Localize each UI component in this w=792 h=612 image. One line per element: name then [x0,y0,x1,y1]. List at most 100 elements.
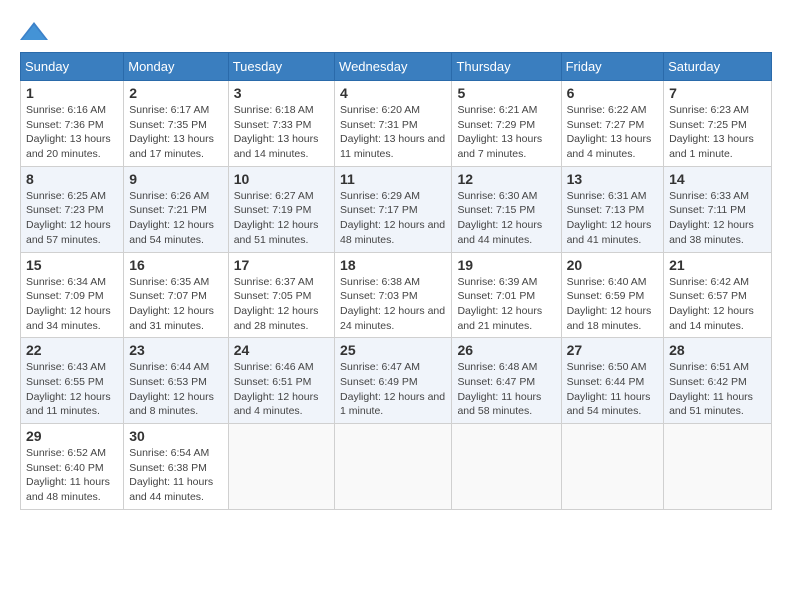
day-number: 7 [669,85,766,101]
calendar-cell: 21 Sunrise: 6:42 AM Sunset: 6:57 PM Dayl… [664,252,772,338]
weekday-header-row: SundayMondayTuesdayWednesdayThursdayFrid… [21,53,772,81]
day-number: 13 [567,171,659,187]
day-info: Sunrise: 6:48 AM Sunset: 6:47 PM Dayligh… [457,361,541,417]
day-number: 10 [234,171,329,187]
day-number: 20 [567,257,659,273]
day-info: Sunrise: 6:27 AM Sunset: 7:19 PM Dayligh… [234,190,319,246]
day-number: 28 [669,342,766,358]
day-info: Sunrise: 6:38 AM Sunset: 7:03 PM Dayligh… [340,276,445,332]
calendar-cell: 12 Sunrise: 6:30 AM Sunset: 7:15 PM Dayl… [452,166,561,252]
day-info: Sunrise: 6:34 AM Sunset: 7:09 PM Dayligh… [26,276,111,332]
day-info: Sunrise: 6:43 AM Sunset: 6:55 PM Dayligh… [26,361,111,417]
day-number: 8 [26,171,118,187]
logo-icon [20,20,48,42]
day-number: 23 [129,342,222,358]
day-number: 5 [457,85,555,101]
day-info: Sunrise: 6:50 AM Sunset: 6:44 PM Dayligh… [567,361,651,417]
calendar-cell: 27 Sunrise: 6:50 AM Sunset: 6:44 PM Dayl… [561,338,664,424]
calendar-week-3: 15 Sunrise: 6:34 AM Sunset: 7:09 PM Dayl… [21,252,772,338]
calendar-cell [664,424,772,510]
day-info: Sunrise: 6:35 AM Sunset: 7:07 PM Dayligh… [129,276,214,332]
day-info: Sunrise: 6:42 AM Sunset: 6:57 PM Dayligh… [669,276,754,332]
day-number: 9 [129,171,222,187]
calendar-cell [335,424,452,510]
day-info: Sunrise: 6:51 AM Sunset: 6:42 PM Dayligh… [669,361,753,417]
calendar-week-2: 8 Sunrise: 6:25 AM Sunset: 7:23 PM Dayli… [21,166,772,252]
day-number: 26 [457,342,555,358]
day-number: 11 [340,171,446,187]
day-info: Sunrise: 6:25 AM Sunset: 7:23 PM Dayligh… [26,190,111,246]
day-info: Sunrise: 6:16 AM Sunset: 7:36 PM Dayligh… [26,104,111,160]
calendar-cell: 14 Sunrise: 6:33 AM Sunset: 7:11 PM Dayl… [664,166,772,252]
weekday-thursday: Thursday [452,53,561,81]
calendar-cell: 4 Sunrise: 6:20 AM Sunset: 7:31 PM Dayli… [335,81,452,167]
calendar-cell: 26 Sunrise: 6:48 AM Sunset: 6:47 PM Dayl… [452,338,561,424]
calendar-cell: 1 Sunrise: 6:16 AM Sunset: 7:36 PM Dayli… [21,81,124,167]
day-info: Sunrise: 6:39 AM Sunset: 7:01 PM Dayligh… [457,276,542,332]
calendar-cell: 9 Sunrise: 6:26 AM Sunset: 7:21 PM Dayli… [124,166,228,252]
day-info: Sunrise: 6:30 AM Sunset: 7:15 PM Dayligh… [457,190,542,246]
calendar-cell: 15 Sunrise: 6:34 AM Sunset: 7:09 PM Dayl… [21,252,124,338]
day-number: 17 [234,257,329,273]
day-info: Sunrise: 6:40 AM Sunset: 6:59 PM Dayligh… [567,276,652,332]
day-number: 30 [129,428,222,444]
day-number: 2 [129,85,222,101]
calendar-cell: 30 Sunrise: 6:54 AM Sunset: 6:38 PM Dayl… [124,424,228,510]
weekday-monday: Monday [124,53,228,81]
weekday-wednesday: Wednesday [335,53,452,81]
day-number: 6 [567,85,659,101]
calendar-cell: 13 Sunrise: 6:31 AM Sunset: 7:13 PM Dayl… [561,166,664,252]
day-info: Sunrise: 6:31 AM Sunset: 7:13 PM Dayligh… [567,190,652,246]
day-number: 19 [457,257,555,273]
day-info: Sunrise: 6:26 AM Sunset: 7:21 PM Dayligh… [129,190,214,246]
calendar-cell: 29 Sunrise: 6:52 AM Sunset: 6:40 PM Dayl… [21,424,124,510]
calendar-cell: 19 Sunrise: 6:39 AM Sunset: 7:01 PM Dayl… [452,252,561,338]
day-info: Sunrise: 6:46 AM Sunset: 6:51 PM Dayligh… [234,361,319,417]
day-number: 18 [340,257,446,273]
calendar-cell: 2 Sunrise: 6:17 AM Sunset: 7:35 PM Dayli… [124,81,228,167]
calendar-cell: 11 Sunrise: 6:29 AM Sunset: 7:17 PM Dayl… [335,166,452,252]
day-number: 27 [567,342,659,358]
calendar-week-4: 22 Sunrise: 6:43 AM Sunset: 6:55 PM Dayl… [21,338,772,424]
calendar-cell: 20 Sunrise: 6:40 AM Sunset: 6:59 PM Dayl… [561,252,664,338]
calendar-cell: 22 Sunrise: 6:43 AM Sunset: 6:55 PM Dayl… [21,338,124,424]
day-number: 16 [129,257,222,273]
day-info: Sunrise: 6:20 AM Sunset: 7:31 PM Dayligh… [340,104,445,160]
day-info: Sunrise: 6:21 AM Sunset: 7:29 PM Dayligh… [457,104,542,160]
weekday-sunday: Sunday [21,53,124,81]
day-info: Sunrise: 6:54 AM Sunset: 6:38 PM Dayligh… [129,447,213,503]
logo [20,20,56,42]
day-info: Sunrise: 6:22 AM Sunset: 7:27 PM Dayligh… [567,104,652,160]
day-number: 29 [26,428,118,444]
day-info: Sunrise: 6:44 AM Sunset: 6:53 PM Dayligh… [129,361,214,417]
calendar-week-5: 29 Sunrise: 6:52 AM Sunset: 6:40 PM Dayl… [21,424,772,510]
calendar-cell: 7 Sunrise: 6:23 AM Sunset: 7:25 PM Dayli… [664,81,772,167]
calendar-cell: 25 Sunrise: 6:47 AM Sunset: 6:49 PM Dayl… [335,338,452,424]
weekday-tuesday: Tuesday [228,53,334,81]
day-info: Sunrise: 6:29 AM Sunset: 7:17 PM Dayligh… [340,190,445,246]
calendar-cell: 24 Sunrise: 6:46 AM Sunset: 6:51 PM Dayl… [228,338,334,424]
day-info: Sunrise: 6:23 AM Sunset: 7:25 PM Dayligh… [669,104,754,160]
day-number: 24 [234,342,329,358]
day-number: 22 [26,342,118,358]
calendar-cell: 28 Sunrise: 6:51 AM Sunset: 6:42 PM Dayl… [664,338,772,424]
calendar-cell: 23 Sunrise: 6:44 AM Sunset: 6:53 PM Dayl… [124,338,228,424]
day-number: 12 [457,171,555,187]
calendar-table: SundayMondayTuesdayWednesdayThursdayFrid… [20,52,772,510]
calendar-week-1: 1 Sunrise: 6:16 AM Sunset: 7:36 PM Dayli… [21,81,772,167]
day-number: 14 [669,171,766,187]
calendar-cell [452,424,561,510]
weekday-friday: Friday [561,53,664,81]
day-info: Sunrise: 6:33 AM Sunset: 7:11 PM Dayligh… [669,190,754,246]
day-number: 4 [340,85,446,101]
day-info: Sunrise: 6:47 AM Sunset: 6:49 PM Dayligh… [340,361,445,417]
day-number: 15 [26,257,118,273]
weekday-saturday: Saturday [664,53,772,81]
calendar-cell: 16 Sunrise: 6:35 AM Sunset: 7:07 PM Dayl… [124,252,228,338]
calendar-cell: 18 Sunrise: 6:38 AM Sunset: 7:03 PM Dayl… [335,252,452,338]
calendar-cell: 5 Sunrise: 6:21 AM Sunset: 7:29 PM Dayli… [452,81,561,167]
calendar-cell: 3 Sunrise: 6:18 AM Sunset: 7:33 PM Dayli… [228,81,334,167]
day-info: Sunrise: 6:17 AM Sunset: 7:35 PM Dayligh… [129,104,214,160]
calendar-body: 1 Sunrise: 6:16 AM Sunset: 7:36 PM Dayli… [21,81,772,510]
day-info: Sunrise: 6:18 AM Sunset: 7:33 PM Dayligh… [234,104,319,160]
